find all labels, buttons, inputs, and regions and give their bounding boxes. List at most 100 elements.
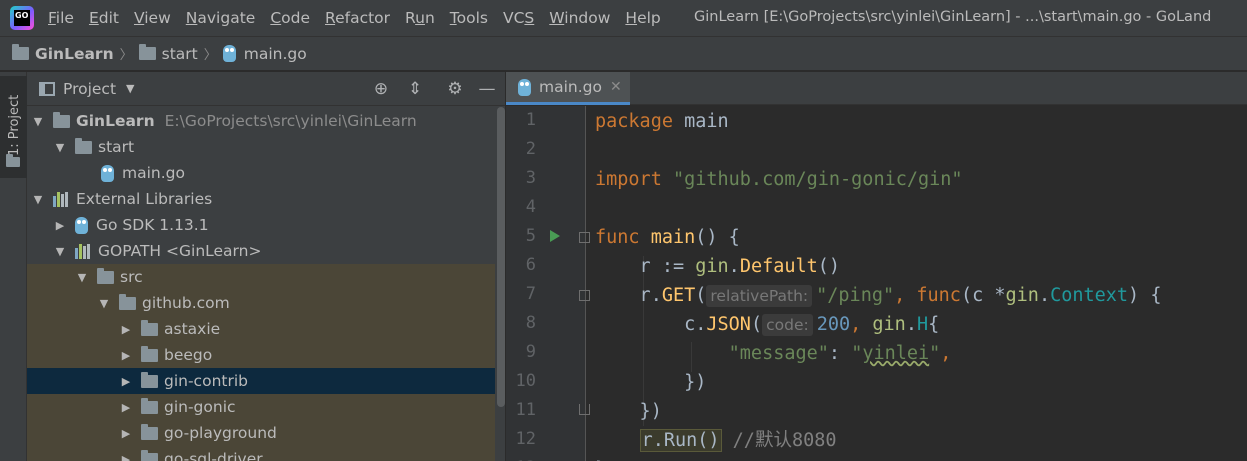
- menu-edit[interactable]: Edit: [89, 9, 119, 27]
- go-file-icon: [101, 164, 114, 182]
- collapsed-arrow-icon[interactable]: ▶: [119, 323, 133, 336]
- code-line-10: }): [595, 372, 707, 393]
- folder-icon: [141, 319, 158, 336]
- expanded-arrow-icon[interactable]: ▼: [75, 271, 89, 284]
- breadcrumb: GinLearn 〉 start 〉 main.go: [0, 36, 1247, 71]
- project-panel-header: Project ▼ ⊕ ⇕ ⚙ —: [27, 72, 505, 106]
- chevron-right-icon: 〉: [119, 48, 133, 63]
- hide-icon[interactable]: —: [477, 79, 497, 99]
- folder-icon: [97, 267, 114, 284]
- expanded-arrow-icon[interactable]: ▼: [53, 245, 67, 258]
- caret-down-icon[interactable]: ▼: [126, 82, 134, 95]
- tree-item-gin-gonic[interactable]: ▶ gin-gonic: [27, 394, 505, 420]
- collapsed-arrow-icon[interactable]: ▶: [119, 349, 133, 362]
- expanded-arrow-icon[interactable]: ▼: [31, 193, 45, 206]
- collapsed-arrow-icon[interactable]: ▶: [53, 219, 67, 232]
- scrollbar-thumb[interactable]: [497, 107, 505, 407]
- menu-help[interactable]: Help: [625, 9, 660, 27]
- project-tool-tab-label: 1: Project: [7, 94, 22, 156]
- tree-item-gin-contrib[interactable]: ▶ gin-contrib: [27, 368, 505, 394]
- collapsed-arrow-icon[interactable]: ▶: [119, 427, 133, 440]
- project-view-title[interactable]: Project: [63, 80, 116, 98]
- menu-file[interactable]: File: [48, 9, 74, 27]
- menu-window[interactable]: Window: [549, 9, 610, 27]
- code-line-8: c.JSON(code: 200, gin.H{: [595, 314, 940, 336]
- expanded-arrow-icon[interactable]: ▼: [31, 115, 45, 128]
- parameter-hint: code:: [762, 314, 813, 336]
- locate-icon[interactable]: ⊕: [371, 79, 391, 99]
- line-number: 1: [525, 110, 536, 130]
- logo-text: GO: [15, 11, 29, 20]
- breadcrumb-file[interactable]: main.go: [222, 45, 307, 63]
- folder-icon: [141, 423, 158, 440]
- tree-item-src[interactable]: ▼ src: [27, 264, 505, 290]
- code-line-7: r.GET(relativePath: "/ping", func(c *gin.…: [595, 285, 1162, 307]
- tree-item-go-sql-driver[interactable]: ▶ go-sql-driver: [27, 446, 505, 461]
- code-line-9: "message": "yinlei",: [728, 343, 952, 364]
- menu-view[interactable]: View: [134, 9, 171, 27]
- tree-item-ginlearn[interactable]: ▼ GinLearn E:\GoProjects\src\yinlei\GinL…: [27, 108, 505, 134]
- fold-end-marker-icon[interactable]: [579, 404, 590, 415]
- collapsed-arrow-icon[interactable]: ▶: [119, 453, 133, 461]
- expanded-arrow-icon[interactable]: ▼: [53, 141, 67, 154]
- tree-item-github-com[interactable]: ▼ github.com: [27, 290, 505, 316]
- tree-item-go-sdk[interactable]: ▶ Go SDK 1.13.1: [27, 212, 505, 238]
- tree-item-astaxie[interactable]: ▶ astaxie: [27, 316, 505, 342]
- line-number: 5: [525, 226, 536, 246]
- typo-squiggle: yinlei: [862, 343, 930, 364]
- tree-item-main-go[interactable]: main.go: [27, 160, 505, 186]
- tree-item-external-libraries[interactable]: ▼ External Libraries: [27, 186, 505, 212]
- project-path: E:\GoProjects\src\yinlei\GinLearn: [164, 112, 417, 130]
- tree-item-go-playground[interactable]: ▶ go-playground: [27, 420, 505, 446]
- line-number: 2: [525, 139, 536, 159]
- code-line-13: }: [595, 455, 606, 461]
- expanded-arrow-icon[interactable]: ▼: [97, 297, 111, 310]
- folder-icon: [141, 345, 158, 362]
- project-tool-tab[interactable]: 1: Project: [0, 76, 27, 178]
- menu-bar: GO File Edit View Navigate Code Refactor…: [0, 0, 1247, 36]
- menu-code[interactable]: Code: [270, 9, 310, 27]
- tree-item-gopath[interactable]: ▼ GOPATH <GinLearn>: [27, 238, 505, 264]
- goland-logo-icon: GO: [10, 6, 34, 30]
- folder-icon: [138, 44, 156, 60]
- line-number: 3: [525, 168, 536, 188]
- project-view-icon: [39, 81, 55, 96]
- gear-icon[interactable]: ⚙: [445, 79, 465, 99]
- go-file-icon: [518, 78, 531, 96]
- library-icon: [75, 243, 92, 259]
- menu-tools[interactable]: Tools: [450, 9, 488, 27]
- folder-icon: [12, 44, 29, 60]
- window-title: GinLearn [E:\GoProjects\src\yinlei\GinLe…: [694, 9, 1212, 25]
- collapsed-arrow-icon[interactable]: ▶: [119, 401, 133, 414]
- folder-icon: [141, 449, 158, 461]
- chevron-right-icon: 〉: [203, 48, 217, 63]
- menu-refactor[interactable]: Refactor: [325, 9, 390, 27]
- breadcrumb-project[interactable]: GinLearn: [12, 44, 114, 63]
- code-line-12: r.Run() //默认8080: [639, 429, 837, 452]
- tree-item-beego[interactable]: ▶ beego: [27, 342, 505, 368]
- menu-run[interactable]: Run: [405, 9, 435, 27]
- project-scrollbar[interactable]: [495, 107, 505, 461]
- tool-window-strip: 1: Project: [0, 72, 27, 461]
- tab-main-go[interactable]: main.go ✕: [506, 72, 630, 105]
- menu-vcs[interactable]: VCS: [503, 9, 534, 27]
- collapse-all-icon[interactable]: ⇕: [405, 79, 425, 99]
- breadcrumb-folder[interactable]: start: [138, 44, 198, 63]
- run-gutter-icon[interactable]: [550, 230, 560, 242]
- menu-navigate[interactable]: Navigate: [186, 9, 256, 27]
- collapsed-arrow-icon[interactable]: ▶: [119, 375, 133, 388]
- fold-marker-icon[interactable]: [579, 232, 590, 243]
- close-icon[interactable]: ✕: [610, 79, 622, 95]
- code-editor[interactable]: package main import "github.com/gin-goni…: [595, 106, 1247, 461]
- tree-item-start[interactable]: ▼ start: [27, 134, 505, 160]
- fold-marker-icon[interactable]: [579, 290, 590, 301]
- line-number: 12: [515, 429, 536, 449]
- line-number: 8: [525, 313, 536, 333]
- line-number: 6: [525, 255, 536, 275]
- code-line-5: func main() {: [595, 227, 740, 248]
- code-line-11: }): [595, 401, 662, 422]
- code-line-1: package main: [595, 111, 729, 132]
- go-sdk-icon: [75, 216, 88, 234]
- line-number: 7: [525, 284, 536, 304]
- line-number: 10: [515, 371, 536, 391]
